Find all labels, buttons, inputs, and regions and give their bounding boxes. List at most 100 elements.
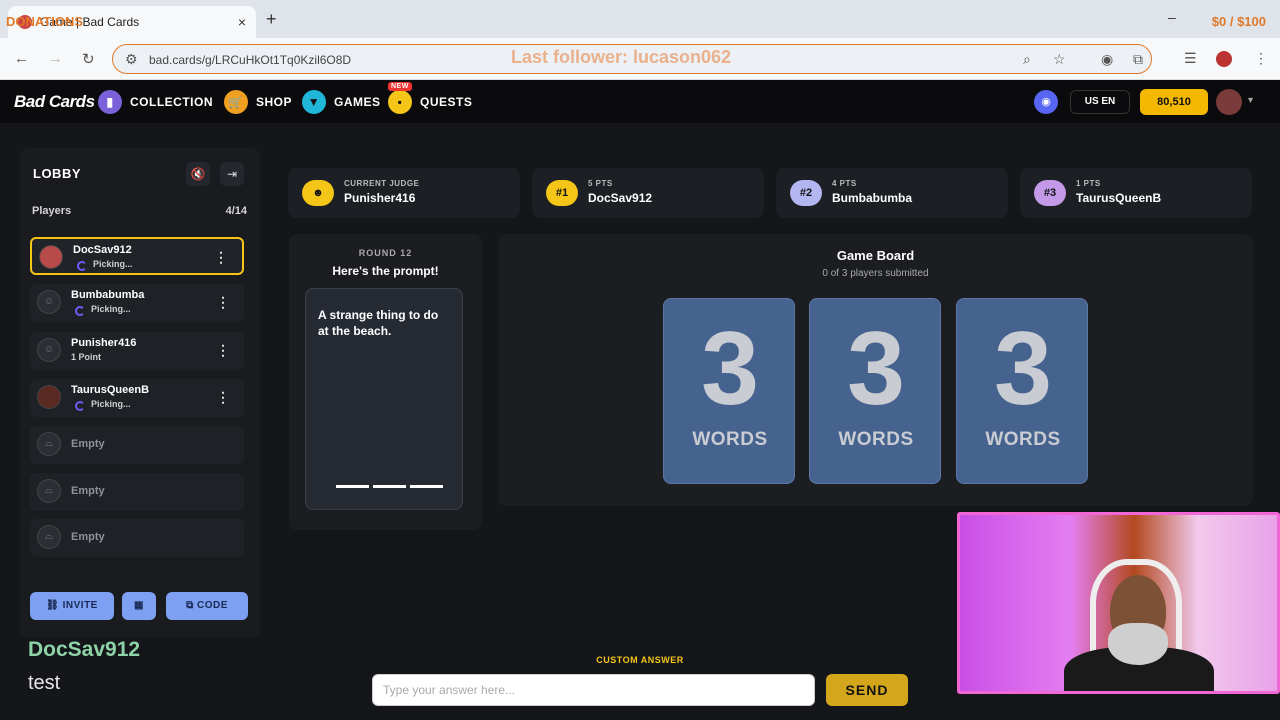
rank-badge: #3 (1034, 180, 1066, 206)
avatar: ☺ (37, 338, 61, 362)
card-number: 3 (847, 311, 905, 427)
lobby-actions: ⛓ INVITE ▦ ⧉ CODE (30, 592, 250, 622)
code-button[interactable]: ⧉ CODE (166, 592, 248, 620)
extensions-puzzle-icon[interactable]: ⧉ (1133, 51, 1143, 68)
reload-icon[interactable]: ↻ (82, 50, 95, 68)
submission-card[interactable]: 3 WORDS (809, 298, 941, 484)
rank-badge: #1 (546, 180, 578, 206)
avatar: ☺ (37, 290, 61, 314)
empty-slot: ⌓ Empty (30, 426, 244, 464)
lobby-panel: LOBBY 🔇 ⇥ Players 4/14 DocSav912 Picking… (20, 148, 260, 638)
spinner-icon (77, 261, 87, 271)
empty-label: Empty (71, 531, 105, 543)
nav-games[interactable]: ▼ GAMES (302, 89, 381, 115)
qr-code-icon: ▦ (134, 600, 144, 611)
bad-cards-logo[interactable]: Bad Cards (14, 92, 95, 112)
donation-goal-overlay: $0 / $100 (1211, 14, 1266, 29)
submission-card[interactable]: 3 WORDS (663, 298, 795, 484)
tab-close-icon[interactable]: × (238, 14, 246, 30)
minimize-icon[interactable]: – (1168, 9, 1176, 25)
answer-blanks (336, 485, 443, 488)
nav-games-label: GAMES (334, 95, 381, 109)
prompt-heading: Here's the prompt! (332, 264, 439, 278)
language-selector[interactable]: US EN (1070, 90, 1130, 114)
send-button[interactable]: SEND (826, 674, 908, 706)
address-bar[interactable]: ⚙ bad.cards/g/LRCuHkOt1Tq0Kzil6O8D Last … (112, 44, 1152, 74)
player-row[interactable]: ☺ Bumbabumba Picking... ⋮ (30, 284, 244, 322)
nav-quests[interactable]: ▪ NEW QUESTS (388, 82, 472, 115)
player-row[interactable]: TaurusQueenB Picking... ⋮ (30, 379, 244, 417)
custom-answer-input[interactable] (372, 674, 815, 706)
card-number: 3 (701, 311, 759, 427)
custom-answer-label: CUSTOM ANSWER (596, 655, 684, 665)
forward-arrow-icon[interactable]: → (48, 50, 63, 67)
chat-overlay-message: test (28, 672, 61, 694)
player-menu-icon[interactable]: ⋮ (216, 342, 230, 359)
card-number: 3 (994, 311, 1052, 427)
chat-overlay-name: DocSav912 (28, 638, 141, 661)
avatar (39, 245, 63, 269)
player-name: DocSav912 (73, 244, 132, 256)
empty-seat-icon: ⌓ (37, 432, 61, 456)
user-avatar[interactable] (1216, 89, 1242, 115)
player-row[interactable]: ☺ Punisher416 1 Point ⋮ (30, 332, 244, 370)
discord-icon[interactable]: ◉ (1034, 90, 1058, 114)
empty-seat-icon: ⌓ (37, 525, 61, 549)
player-menu-icon[interactable]: ⋮ (214, 249, 228, 266)
url-text: bad.cards/g/LRCuHkOt1Tq0Kzil6O8D (149, 53, 352, 67)
bookmark-star-icon[interactable]: ☆ (1053, 51, 1066, 68)
webcam-overlay (957, 512, 1280, 694)
prompt-card: A strange thing to do at the beach. (305, 288, 463, 510)
quests-icon: ▪ NEW (388, 82, 412, 114)
rank-points: 1 PTS (1076, 179, 1101, 188)
extension-icon[interactable]: ◉ (1101, 51, 1113, 68)
chevron-down-icon[interactable]: ▾ (1248, 95, 1253, 106)
blank-line (410, 485, 443, 488)
spinner-icon (75, 401, 85, 411)
qr-code-button[interactable]: ▦ (122, 592, 156, 620)
back-arrow-icon[interactable]: ← (14, 50, 29, 67)
rank-card-3: #3 1 PTS TaurusQueenB (1020, 168, 1252, 218)
rank-card-1: #1 5 PTS DocSav912 (532, 168, 764, 218)
empty-slot: ⌓ Empty (30, 519, 244, 557)
browser-toolbar: ← → ↻ ⚙ bad.cards/g/LRCuHkOt1Tq0Kzil6O8D… (0, 38, 1280, 80)
menu-dots-icon[interactable]: ⋮ (1254, 50, 1268, 67)
coin-balance[interactable]: 80,510 (1140, 89, 1208, 115)
zoom-icon[interactable]: ⌕ (1023, 51, 1031, 68)
blank-line (336, 485, 369, 488)
spinner-icon (75, 306, 85, 316)
donations-overlay: DONATIONS (6, 14, 84, 29)
player-status: Picking... (91, 304, 131, 314)
empty-label: Empty (71, 485, 105, 497)
submission-card[interactable]: 3 WORDS (956, 298, 1088, 484)
site-info-icon[interactable]: ⚙ (125, 51, 138, 68)
tab-search-icon[interactable]: ☰ (1184, 50, 1197, 67)
link-icon: ⛓ (46, 600, 63, 611)
leave-icon[interactable]: ⇥ (220, 162, 244, 186)
nav-shop[interactable]: 🛒 SHOP (224, 89, 292, 115)
players-count: 4/14 (225, 205, 247, 217)
invite-button[interactable]: ⛓ INVITE (30, 592, 114, 620)
app-navbar: Bad Cards ▮ COLLECTION 🛒 SHOP ▼ GAMES ▪ … (0, 81, 1280, 123)
nav-collection[interactable]: ▮ COLLECTION (98, 89, 213, 115)
rank-badge: #2 (790, 180, 822, 206)
mute-icon[interactable]: 🔇 (186, 162, 210, 186)
empty-seat-icon: ⌓ (37, 479, 61, 503)
profile-avatar[interactable] (1216, 51, 1232, 67)
player-menu-icon[interactable]: ⋮ (216, 294, 230, 311)
new-tab-button[interactable]: + (266, 9, 277, 30)
webcam-person-beard (1108, 623, 1168, 665)
copy-icon: ⧉ (186, 600, 197, 611)
player-status: 1 Point (71, 352, 102, 362)
current-judge-card: ☻ CURRENT JUDGE Punisher416 (288, 168, 520, 218)
game-board: Game Board 0 of 3 players submitted 3 WO… (498, 234, 1253, 506)
prompt-text: A strange thing to do at the beach. (318, 308, 439, 338)
blank-line (373, 485, 406, 488)
rank-name: Bumbabumba (832, 191, 913, 205)
player-menu-icon[interactable]: ⋮ (216, 389, 230, 406)
card-word: WORDS (985, 429, 1061, 450)
judge-name: Punisher416 (344, 191, 416, 205)
player-row[interactable]: DocSav912 Picking... ⋮ (30, 237, 244, 275)
cart-icon: 🛒 (224, 90, 248, 114)
rank-card-2: #2 4 PTS Bumbabumba (776, 168, 1008, 218)
